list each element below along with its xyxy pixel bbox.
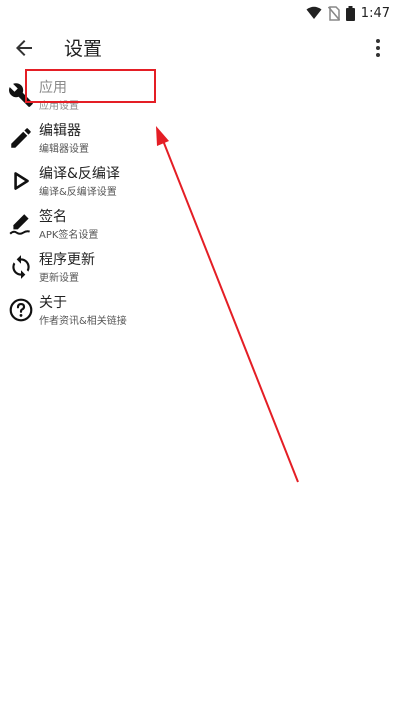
- annotation-arrow: [156, 126, 299, 483]
